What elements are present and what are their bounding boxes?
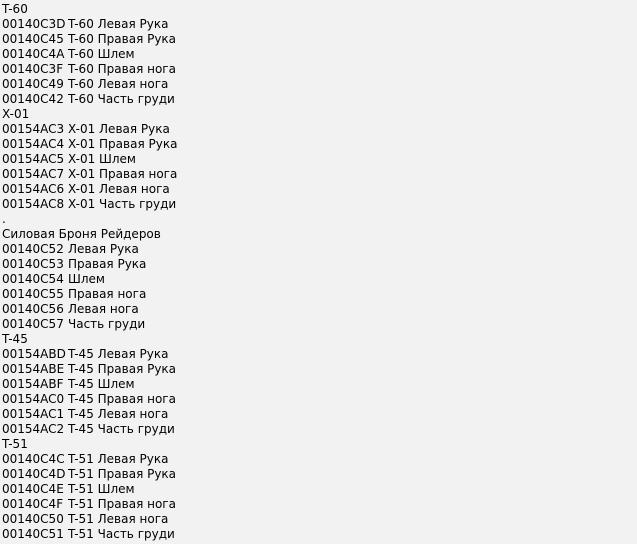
item-form-id: 00140C56 [2, 302, 64, 316]
listing-row: 00140C54 Шлем [2, 272, 637, 287]
item-name: X-01 Часть груди [68, 197, 177, 211]
item-form-id: 00140C53 [2, 257, 64, 271]
item-name: T-45 Левая Рука [68, 347, 169, 361]
item-form-id: 00140C42 [2, 92, 64, 106]
item-form-id: 00154AC4 [2, 137, 65, 151]
item-name: T-51 Правая Рука [68, 467, 177, 481]
section-header: T-51 [2, 437, 28, 451]
item-form-id: 00140C4F [2, 497, 64, 511]
item-form-id: 00140C52 [2, 242, 64, 256]
listing-row: 00140C4E T-51 Шлем [2, 482, 637, 497]
listing-row: 00140C56 Левая нога [2, 302, 637, 317]
item-name: T-51 Левая Рука [68, 452, 169, 466]
listing-row: 00154AC0 T-45 Правая нога [2, 392, 637, 407]
item-name: T-60 Правая Рука [68, 32, 177, 46]
item-name: Правая Рука [68, 257, 147, 271]
item-form-id: 00140C45 [2, 32, 64, 46]
item-form-id: 00140C4D [2, 467, 66, 481]
listing-row: 00154ABF T-45 Шлем [2, 377, 637, 392]
item-name: T-51 Левая нога [68, 512, 169, 526]
item-form-id: 00154AC3 [2, 122, 65, 136]
item-name: T-51 Шлем [68, 482, 135, 496]
listing-row: 00140C4F T-51 Правая нога [2, 497, 637, 512]
item-name: X-01 Левая нога [68, 182, 170, 196]
listing-row: 00140C3F T-60 Правая нога [2, 62, 637, 77]
item-form-id: 00154ABE [2, 362, 65, 376]
item-form-id: 00140C57 [2, 317, 64, 331]
listing-row: 00140C45 T-60 Правая Рука [2, 32, 637, 47]
item-name: Правая нога [68, 287, 147, 301]
item-name: T-45 Правая Рука [68, 362, 177, 376]
listing-row: 00140C51 T-51 Часть груди [2, 527, 637, 542]
listing-row: 00140C50 T-51 Левая нога [2, 512, 637, 527]
item-id-listing: T-60 00140C3D T-60 Левая Рука 00140C45 T-60 … [0, 0, 637, 542]
item-form-id: 00140C3D [2, 17, 66, 31]
item-form-id: 00140C4E [2, 482, 64, 496]
listing-row: 00154AC1 T-45 Левая нога [2, 407, 637, 422]
item-name: Часть груди [68, 317, 146, 331]
item-form-id: 00154AC5 [2, 152, 65, 166]
item-form-id: 00154AC8 [2, 197, 65, 211]
listing-row: 00140C42 T-60 Часть груди [2, 92, 637, 107]
listing-row: 00154AC2 T-45 Часть груди [2, 422, 637, 437]
item-name: X-01 Левая Рука [68, 122, 170, 136]
item-name: T-60 Часть груди [68, 92, 175, 106]
listing-row: 00140C55 Правая нога [2, 287, 637, 302]
section-separator: . [2, 212, 6, 226]
section-header: X-01 [2, 107, 30, 121]
item-name: T-60 Левая Рука [68, 17, 169, 31]
item-name: Шлем [68, 272, 105, 286]
listing-row: 00154AC6 X-01 Левая нога [2, 182, 637, 197]
listing-row: 00154AC3 X-01 Левая Рука [2, 122, 637, 137]
section-header: T-60 [2, 2, 28, 16]
item-name: T-45 Левая нога [68, 407, 169, 421]
listing-row: 00140C4D T-51 Правая Рука [2, 467, 637, 482]
item-name: T-60 Левая нога [68, 77, 169, 91]
item-name: Левая Рука [68, 242, 139, 256]
item-name: T-60 Шлем [68, 47, 135, 61]
item-name: T-51 Правая нога [68, 497, 176, 511]
item-name: T-45 Шлем [68, 377, 135, 391]
listing-row: 00140C52 Левая Рука [2, 242, 637, 257]
item-name: X-01 Правая Рука [68, 137, 178, 151]
listing-row: 00154AC5 X-01 Шлем [2, 152, 637, 167]
listing-row: 00140C4A T-60 Шлем [2, 47, 637, 62]
listing-row: 00154AC7 X-01 Правая нога [2, 167, 637, 182]
item-name: T-60 Правая нога [68, 62, 176, 76]
listing-row: 00140C53 Правая Рука [2, 257, 637, 272]
section-header: T-45 [2, 332, 28, 346]
item-form-id: 00140C4A [2, 47, 65, 61]
listing-row: 00140C3D T-60 Левая Рука [2, 17, 637, 32]
item-form-id: 00140C55 [2, 287, 64, 301]
item-form-id: 00140C49 [2, 77, 64, 91]
item-form-id: 00140C3F [2, 62, 64, 76]
item-form-id: 00154AC7 [2, 167, 65, 181]
item-form-id: 00154AC6 [2, 182, 65, 196]
item-form-id: 00140C4C [2, 452, 65, 466]
item-name: T-45 Часть груди [68, 422, 175, 436]
listing-row: 00154ABE T-45 Правая Рука [2, 362, 637, 377]
section-header: Силовая Броня Рейдеров [2, 227, 161, 241]
item-form-id: 00154AC1 [2, 407, 65, 421]
item-form-id: 00154AC0 [2, 392, 65, 406]
item-form-id: 00140C50 [2, 512, 64, 526]
listing-row: 00140C49 T-60 Левая нога [2, 77, 637, 92]
item-name: X-01 Правая нога [68, 167, 178, 181]
item-name: T-45 Правая нога [68, 392, 176, 406]
listing-row: 00140C4C T-51 Левая Рука [2, 452, 637, 467]
item-form-id: 00140C54 [2, 272, 64, 286]
listing-row: 00154AC8 X-01 Часть груди [2, 197, 637, 212]
item-form-id: 00154ABF [2, 377, 64, 391]
listing-row: 00140C57 Часть груди [2, 317, 637, 332]
item-name: Левая нога [68, 302, 139, 316]
listing-row: 00154AC4 X-01 Правая Рука [2, 137, 637, 152]
item-form-id: 00154ABD [2, 347, 66, 361]
item-form-id: 00140C51 [2, 527, 64, 541]
item-name: T-51 Часть груди [68, 527, 175, 541]
listing-row: 00154ABD T-45 Левая Рука [2, 347, 637, 362]
item-name: X-01 Шлем [68, 152, 136, 166]
item-form-id: 00154AC2 [2, 422, 65, 436]
